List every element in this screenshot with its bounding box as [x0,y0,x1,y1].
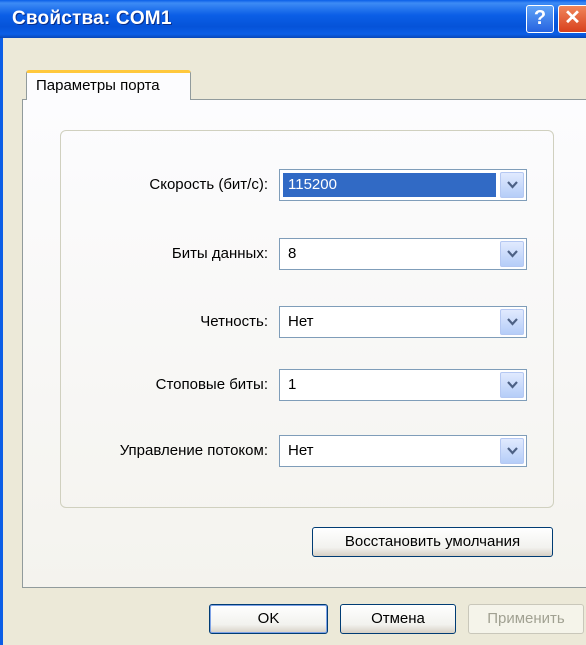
apply-button[interactable]: Применить [468,604,584,634]
chevron-down-icon[interactable] [500,372,524,398]
parity-select[interactable]: Нет [279,306,527,338]
stop-bits-select[interactable]: 1 [279,369,527,401]
baud-rate-value: 115200 [283,173,496,197]
flow-control-select[interactable]: Нет [279,435,527,467]
chevron-down-icon[interactable] [500,172,524,198]
close-icon: ✕ [564,7,581,29]
cancel-button[interactable]: Отмена [340,604,456,634]
stop-bits-value: 1 [288,376,297,393]
baud-rate-select[interactable]: 115200 [279,169,527,201]
title-bar[interactable]: Свойства: COM1 ? ✕ [0,0,586,38]
window-title: Свойства: COM1 [12,8,172,29]
question-mark-icon: ? [533,7,547,29]
parity-label: Четность: [200,313,268,330]
parity-value: Нет [288,313,314,330]
ok-button[interactable]: OK [209,604,328,634]
data-bits-label: Биты данных: [171,245,268,262]
stop-bits-label: Стоповые биты: [155,376,268,393]
tab-label: Параметры порта [36,77,160,94]
chevron-down-icon[interactable] [500,241,524,267]
chevron-down-icon[interactable] [500,438,524,464]
close-button[interactable]: ✕ [558,5,586,33]
flow-control-label: Управление потоком: [119,442,268,459]
chevron-down-icon[interactable] [500,309,524,335]
help-button[interactable]: ? [526,5,554,33]
data-bits-select[interactable]: 8 [279,238,527,270]
flow-control-value: Нет [288,442,314,459]
baud-rate-label: Скорость (бит/с): [149,176,268,193]
restore-defaults-button[interactable]: Восстановить умолчания [312,527,553,557]
data-bits-value: 8 [288,245,297,262]
tab-port-settings[interactable]: Параметры порта [26,70,191,100]
